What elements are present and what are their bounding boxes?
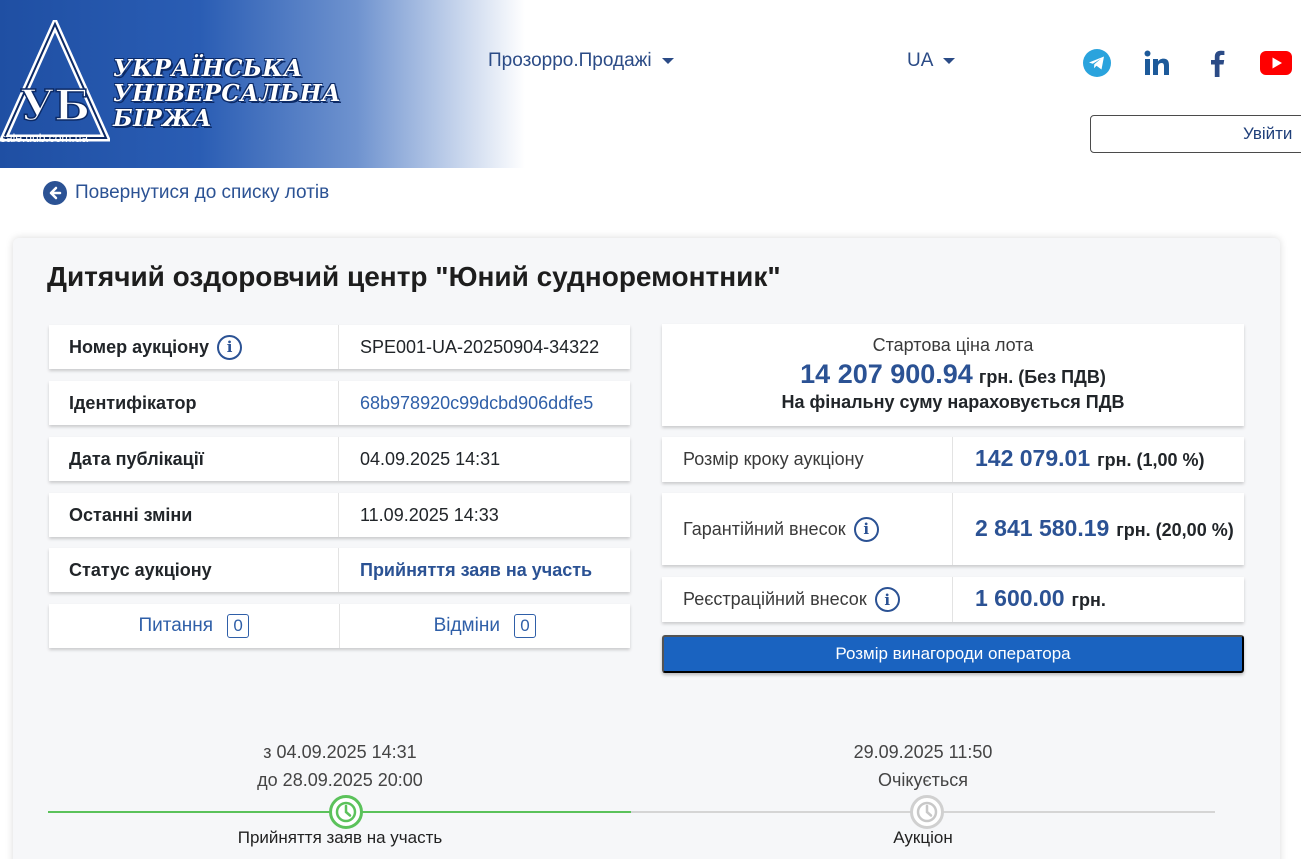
chevron-down-icon — [661, 58, 674, 64]
logo-url: sale.uub.com.ua — [0, 131, 89, 145]
param-value: 1 600.00 грн. — [953, 577, 1244, 622]
info-key: Ідентифікатор — [49, 381, 339, 425]
logo-line: УКРАЇНСЬКА — [113, 55, 304, 82]
info-key: Дата публікації — [49, 437, 339, 481]
timeline-step-date-from: з 04.09.2025 14:31 — [263, 742, 417, 762]
language-dropdown-label: UA — [907, 50, 934, 71]
param-suffix: грн. (1,00 %) — [1097, 450, 1205, 470]
language-dropdown[interactable]: UA — [907, 50, 956, 72]
cancellations-tab[interactable]: Відміни 0 — [340, 604, 631, 648]
questions-cancellations-row: Питання 0 Відміни 0 — [49, 604, 630, 648]
cancellations-label: Відміни — [433, 615, 500, 636]
info-icon[interactable]: i — [853, 516, 879, 542]
param-suffix: грн. — [1071, 590, 1106, 610]
logo-banner[interactable]: УБ УКРАЇНСЬКА УНІВЕРСАЛЬНА БІРЖА sale.uu… — [0, 0, 525, 168]
info-key: Статус аукціону — [49, 548, 339, 592]
info-value: 11.09.2025 14:33 — [360, 504, 499, 525]
info-value: SPE001-UA-20250904-34322 — [360, 336, 600, 357]
param-row-auction-step: Розмір кроку аукціону 142 079.01 грн. (1,… — [662, 437, 1244, 482]
timeline-step-dates: 29.09.2025 11:50 Очікується — [773, 738, 1073, 794]
starting-price-amount: 14 207 900.94 — [800, 359, 973, 389]
logo-text: УКРАЇНСЬКА УНІВЕРСАЛЬНА БІРЖА — [113, 55, 342, 132]
param-value: 142 079.01 грн. (1,00 %) — [953, 437, 1244, 482]
facebook-icon[interactable] — [1201, 47, 1233, 79]
operator-reward-button[interactable]: Розмір винагороди оператора — [662, 635, 1244, 673]
chevron-down-icon — [943, 58, 956, 64]
clock-icon — [329, 795, 363, 829]
starting-price-line: 14 207 900.94 грн. (Без ПДВ) — [662, 359, 1244, 390]
info-key-label: Номер аукціону — [69, 336, 210, 357]
info-row-auction-number: Номер аукціону i SPE001-UA-20250904-3432… — [49, 325, 630, 369]
param-amount: 2 841 580.19 — [975, 514, 1110, 541]
identifier-link[interactable]: 68b978920c99dcbd906ddfe5 — [339, 381, 630, 425]
info-icon[interactable]: i — [217, 334, 243, 360]
info-row-last-changes: Останні зміни 11.09.2025 14:33 — [49, 493, 630, 537]
back-to-lots-link[interactable]: Повернутися до списку лотів — [43, 181, 329, 205]
param-key: Реєстраційний внесок i — [662, 577, 953, 622]
timeline-step-label: Аукціон — [893, 828, 953, 847]
timeline-step-label: Прийняття заяв на участь — [237, 828, 443, 847]
param-key: Гарантійний внесок i — [662, 493, 953, 565]
prozorro-dropdown-label: Прозорро.Продажі — [488, 50, 652, 71]
starting-price-label: Стартова ціна лота — [872, 335, 1034, 355]
status-badge: Прийняття заяв на участь — [360, 559, 593, 580]
telegram-icon[interactable] — [1081, 47, 1113, 79]
starting-price-block: Стартова ціна лота 14 207 900.94 грн. (Бе… — [662, 324, 1244, 426]
info-key: Останні зміни — [49, 493, 339, 537]
info-value: 04.09.2025 14:31 — [360, 448, 501, 469]
param-suffix: грн. (20,00 %) — [1116, 519, 1234, 540]
timeline-step-dates: з 04.09.2025 14:31 до 28.09.2025 20:00 — [190, 738, 490, 794]
youtube-icon[interactable] — [1260, 47, 1292, 79]
param-key-label: Гарантійний внесок — [683, 518, 846, 539]
timeline-step-date-to: до 28.09.2025 20:00 — [257, 770, 423, 790]
cancellations-count: 0 — [513, 614, 536, 638]
param-key-label: Реєстраційний внесок — [683, 589, 867, 609]
param-row-registration: Реєстраційний внесок i 1 600.00 грн. — [662, 577, 1244, 622]
svg-text:УБ: УБ — [20, 81, 90, 130]
info-row-status: Статус аукціону Прийняття заяв на участь — [49, 548, 630, 592]
logo-line: УНІВЕРСАЛЬНА — [113, 80, 342, 107]
timeline-step-status: Очікується — [877, 770, 968, 790]
timeline-step-date: 29.09.2025 11:50 — [853, 742, 993, 762]
questions-count: 0 — [227, 614, 250, 638]
vat-note: На фінальну суму нараховується ПДВ — [781, 392, 1125, 412]
info-icon[interactable]: i — [874, 587, 900, 612]
info-row-identifier: Ідентифікатор 68b978920c99dcbd906ddfe5 — [49, 381, 630, 425]
param-row-guarantee: Гарантійний внесок i 2 841 580.19 грн. (2… — [662, 493, 1244, 565]
linkedin-icon[interactable] — [1141, 47, 1173, 79]
param-amount: 1 600.00 — [975, 585, 1065, 611]
arrow-left-icon — [43, 181, 67, 205]
exchange-logo-icon: УБ — [0, 20, 110, 142]
param-amount: 142 079.01 — [975, 445, 1091, 471]
starting-price-suffix: грн. (Без ПДВ) — [978, 367, 1106, 387]
clock-icon — [910, 795, 944, 829]
login-button[interactable]: Увійти — [1090, 115, 1301, 153]
prozorro-dropdown[interactable]: Прозорро.Продажі — [488, 50, 674, 72]
param-key: Розмір кроку аукціону — [662, 437, 953, 482]
param-value: 2 841 580.19 грн. (20,00 %) — [953, 493, 1244, 565]
info-key: Номер аукціону i — [49, 325, 339, 369]
page-title: Дитячий оздоровчий центр "Юний судноремо… — [47, 261, 781, 292]
questions-tab[interactable]: Питання 0 — [49, 604, 340, 648]
info-row-publication-date: Дата публікації 04.09.2025 14:31 — [49, 437, 630, 481]
back-link-label: Повернутися до списку лотів — [75, 182, 330, 203]
logo-line: БІРЖА — [113, 105, 213, 132]
questions-label: Питання — [138, 615, 214, 636]
